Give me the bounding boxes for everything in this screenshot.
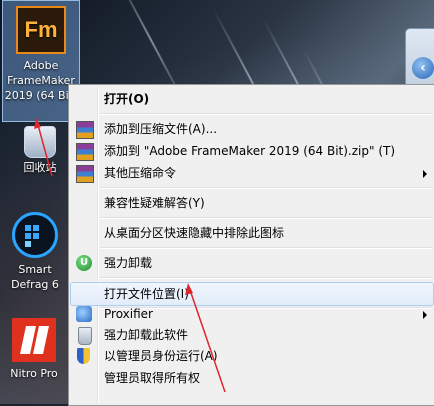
proxifier-icon xyxy=(76,306,92,322)
menu-item-add-to-archive[interactable]: 添加到压缩文件(A)... xyxy=(71,118,433,140)
nitro-logo-icon xyxy=(12,318,56,362)
winrar-icon xyxy=(76,121,94,139)
menu-item-label: 强力卸载此软件 xyxy=(104,328,189,342)
context-menu: 打开(O) 添加到压缩文件(A)... 添加到 "Adobe FrameMake… xyxy=(68,84,434,406)
uninstall-icon: U xyxy=(76,255,92,271)
menu-item-label: 添加到压缩文件(A)... xyxy=(104,122,218,136)
menu-item-label: 从桌面分区快速隐藏中排除此图标 xyxy=(104,226,285,240)
menu-item-label: Proxifier xyxy=(104,307,153,321)
submenu-arrow-icon xyxy=(423,311,427,319)
desktop-icon-label: Nitro Pro xyxy=(10,367,58,380)
menu-item-compat-troubleshoot[interactable]: 兼容性疑难解答(Y) xyxy=(71,192,433,214)
menu-separator xyxy=(100,187,432,189)
menu-separator xyxy=(100,217,432,219)
menu-item-add-to-zip[interactable]: 添加到 "Adobe FrameMaker 2019 (64 Bit).zip"… xyxy=(71,140,433,162)
desktop-icon-smart-defrag[interactable]: Smart Defrag 6 xyxy=(2,212,68,291)
menu-item-label: 添加到 "Adobe FrameMaker 2019 (64 Bit).zip"… xyxy=(104,144,396,158)
menu-item-other-compress[interactable]: 其他压缩命令 xyxy=(71,162,433,184)
winrar-icon xyxy=(76,143,94,161)
menu-item-take-ownership[interactable]: 管理员取得所有权 xyxy=(71,367,433,389)
desktop-icon-nitro[interactable]: Nitro Pro xyxy=(2,318,66,384)
menu-item-proxifier[interactable]: Proxifier xyxy=(71,303,433,325)
menu-item-exclude-hide[interactable]: 从桌面分区快速隐藏中排除此图标 xyxy=(71,222,433,244)
menu-item-label: 兼容性疑难解答(Y) xyxy=(104,196,205,210)
smart-defrag-icon xyxy=(12,212,58,258)
submenu-arrow-icon xyxy=(423,170,427,178)
menu-item-force-uninstall-software[interactable]: 强力卸载此软件 xyxy=(71,324,433,346)
menu-separator xyxy=(100,113,432,115)
menu-separator xyxy=(100,247,432,249)
menu-item-label: 强力卸载 xyxy=(104,256,153,270)
menu-item-force-uninstall[interactable]: U 强力卸载 xyxy=(71,252,433,274)
back-arrow-icon[interactable]: ‹ xyxy=(412,57,434,79)
trash-icon xyxy=(78,327,92,345)
winrar-icon xyxy=(76,165,94,183)
menu-item-label: 打开(O) xyxy=(104,92,150,106)
menu-separator xyxy=(100,277,432,279)
recycle-bin-icon xyxy=(24,126,56,158)
menu-item-run-as-admin[interactable]: 以管理员身份运行(A) xyxy=(71,345,433,367)
desktop-icon-label: Smart Defrag 6 xyxy=(11,263,59,291)
menu-item-label: 其他压缩命令 xyxy=(104,166,177,180)
desktop-icon-recycle-bin[interactable]: 回收站 xyxy=(2,126,78,176)
menu-item-label: 管理员取得所有权 xyxy=(104,371,201,385)
desktop-icon-label: 回收站 xyxy=(23,161,57,174)
menu-item-open[interactable]: 打开(O) xyxy=(71,88,433,110)
menu-item-label: 打开文件位置(I) xyxy=(104,287,189,301)
menu-item-label: 以管理员身份运行(A) xyxy=(104,349,218,363)
framemaker-logo-icon: Fm xyxy=(16,6,66,54)
shield-icon xyxy=(77,348,90,364)
